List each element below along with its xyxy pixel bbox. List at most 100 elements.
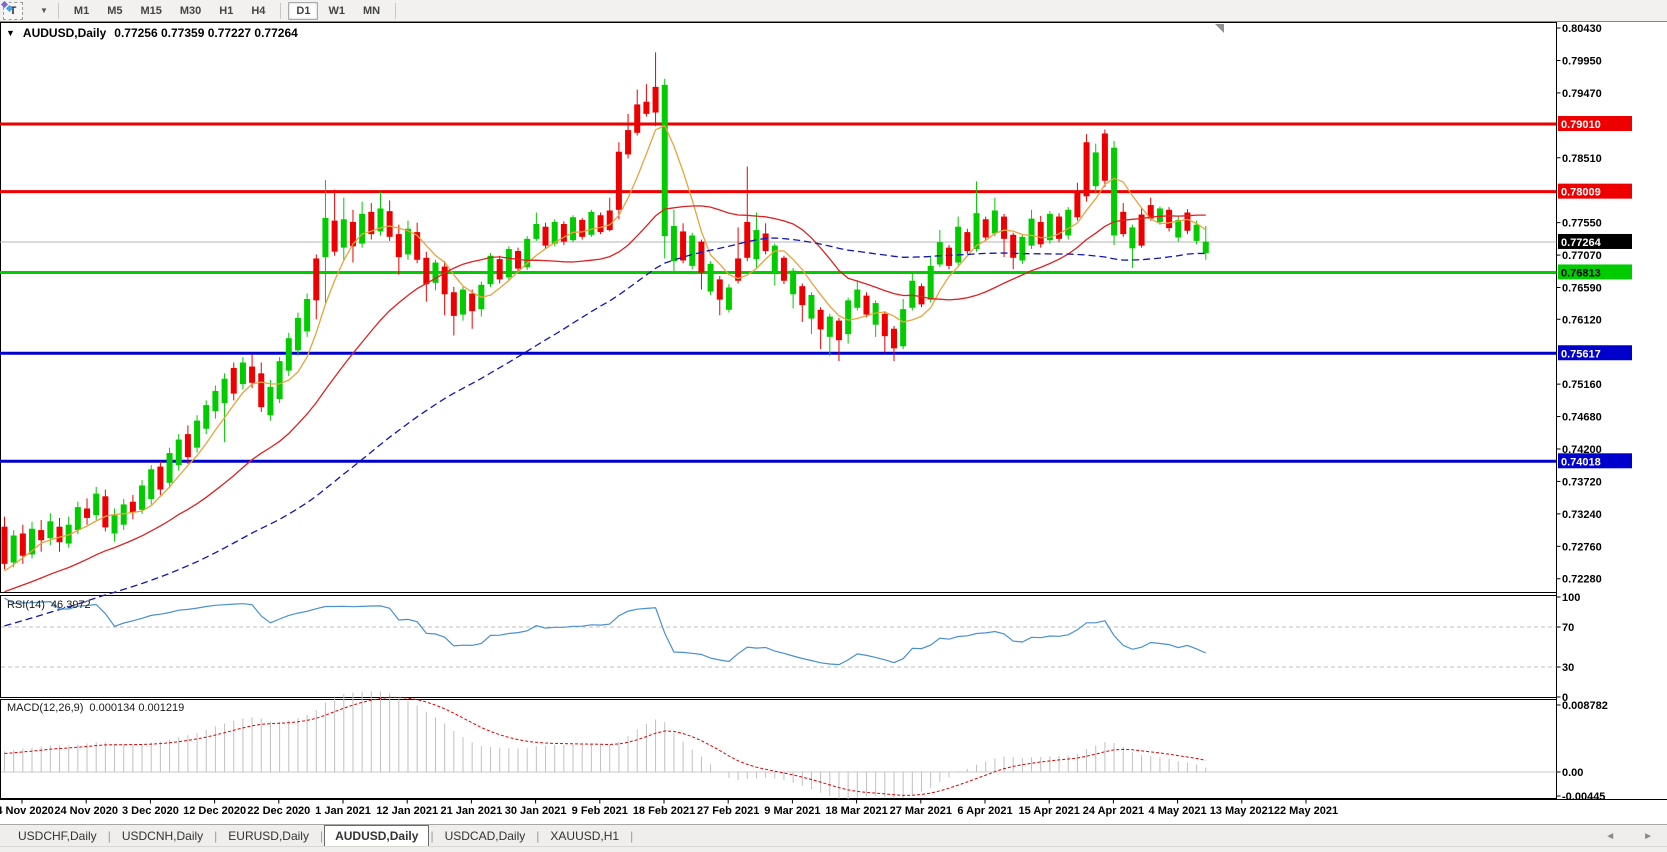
- candle-body: [1084, 142, 1090, 196]
- candle-body: [112, 515, 118, 533]
- tab-separator: |: [629, 829, 634, 843]
- rsi-panel[interactable]: [1, 596, 1557, 698]
- candle-body: [919, 286, 925, 304]
- price-axis-label: 0.78009: [1561, 187, 1601, 199]
- price-axis-label: 0.76120: [1562, 314, 1602, 326]
- tab-scroll-left-icon[interactable]: ◄: [1605, 831, 1615, 842]
- macd-name: MACD(12,26,9): [7, 702, 83, 714]
- chart-window[interactable]: 0.804300.799500.794700.785100.775500.770…: [0, 21, 1667, 824]
- candle-body: [396, 234, 402, 257]
- candle-body: [11, 535, 17, 562]
- candle-body: [469, 294, 475, 312]
- candle-body: [1010, 235, 1016, 258]
- date-axis-label: 6 Apr 2021: [957, 805, 1012, 817]
- chart-symbol-title: AUDUSD,Daily: [23, 26, 106, 40]
- candle-body: [708, 264, 714, 292]
- date-axis-label: 18 Mar 2021: [825, 805, 887, 817]
- tab-audusd[interactable]: AUDUSD,Daily: [324, 825, 429, 847]
- price-axis-label: 0.74018: [1561, 456, 1601, 468]
- timeframe-button-m1[interactable]: M1: [66, 2, 97, 20]
- tab-eurusd[interactable]: EURUSD,Daily: [218, 826, 319, 846]
- candle-body: [680, 231, 686, 260]
- date-axis-label: 14 Nov 2020: [0, 805, 54, 817]
- candle-body: [488, 256, 494, 284]
- candle-body: [249, 367, 255, 383]
- timeframe-button-m30[interactable]: M30: [172, 2, 209, 20]
- timeframe-button-m5[interactable]: M5: [99, 2, 130, 20]
- candle-body: [552, 222, 558, 244]
- price-axis-label: 0.76590: [1562, 283, 1602, 295]
- timeframe-button-mn[interactable]: MN: [355, 2, 388, 20]
- price-axis-label: 0.78510: [1562, 153, 1602, 165]
- timeframe-button-h4[interactable]: H4: [243, 2, 273, 20]
- candle-body: [194, 421, 200, 448]
- candle-body: [1194, 225, 1200, 241]
- candle-body: [955, 227, 961, 263]
- candle-body: [653, 87, 659, 113]
- candle-body: [387, 211, 393, 237]
- candle-body: [267, 387, 273, 415]
- price-axis-label: 0.75160: [1562, 379, 1602, 391]
- candle-body: [2, 527, 8, 564]
- price-axis-label: 0.00: [1562, 767, 1583, 779]
- candle-body: [698, 242, 704, 273]
- candle-body: [1175, 220, 1181, 238]
- candle-body: [497, 259, 503, 279]
- main-chart-panel[interactable]: [1, 23, 1557, 593]
- price-axis-label: 0.77070: [1562, 250, 1602, 262]
- timeframe-button-m15[interactable]: M15: [132, 2, 169, 20]
- candle-body: [1157, 208, 1163, 222]
- tab-usdcad[interactable]: USDCAD,Daily: [435, 826, 536, 846]
- candle-body: [616, 152, 622, 210]
- candle-body: [1038, 222, 1044, 244]
- candle-body: [946, 248, 952, 266]
- price-axis-label: 0.008782: [1562, 700, 1608, 712]
- candle-body: [1166, 210, 1172, 228]
- candle-body: [634, 104, 640, 132]
- candle-body: [341, 219, 347, 247]
- candle-body: [167, 453, 173, 483]
- candle-body: [295, 318, 301, 350]
- candle-body: [689, 235, 695, 265]
- status-strip: [0, 846, 1667, 852]
- candle-body: [359, 214, 365, 244]
- candle-body: [607, 210, 613, 230]
- tab-usdcnh[interactable]: USDCNH,Daily: [112, 826, 213, 846]
- candle-body: [1102, 133, 1108, 180]
- candle-body: [130, 502, 136, 513]
- timeframe-button-d1[interactable]: D1: [288, 2, 318, 20]
- tab-xauusd[interactable]: XAUUSD,H1: [540, 826, 629, 846]
- candle-body: [93, 494, 99, 516]
- candle-body: [900, 309, 906, 346]
- candle-body: [799, 286, 805, 305]
- collapse-triangle-icon[interactable]: ▼: [6, 28, 15, 38]
- candle-body: [863, 296, 869, 315]
- shapes-tool-button[interactable]: ▼: [33, 3, 52, 19]
- candle-body: [625, 130, 631, 154]
- candle-body: [139, 485, 145, 509]
- price-axis-label: 30: [1562, 662, 1574, 674]
- timeframe-button-h1[interactable]: H1: [211, 2, 241, 20]
- candle-body: [790, 271, 796, 295]
- candle-body: [1120, 212, 1126, 234]
- tab-usdchf[interactable]: USDCHF,Daily: [8, 826, 107, 846]
- date-axis-label: 22 Dec 2020: [247, 805, 310, 817]
- price-axis-label: 0.79010: [1561, 119, 1601, 131]
- price-axis-label: 70: [1562, 622, 1574, 634]
- chart-title-bar: ▼ AUDUSD,Daily 0.77256 0.77359 0.77227 0…: [6, 26, 298, 40]
- candle-body: [423, 258, 429, 284]
- timeframe-button-w1[interactable]: W1: [320, 2, 353, 20]
- candle-body: [570, 217, 576, 240]
- price-axis-label: 0.77550: [1562, 218, 1602, 230]
- candle-body: [460, 290, 466, 315]
- price-axis-label: 0.77264: [1561, 237, 1602, 249]
- price-axis-label: 0.72280: [1562, 574, 1602, 586]
- candle-body: [405, 229, 411, 255]
- toolbar-separator: [395, 3, 396, 19]
- tab-scroll-right-icon[interactable]: ►: [1643, 831, 1653, 842]
- chart-canvas[interactable]: 0.804300.799500.794700.785100.775500.770…: [0, 21, 1667, 824]
- candle-body: [1074, 192, 1080, 218]
- candle-body: [102, 496, 108, 527]
- candle-body: [882, 314, 888, 336]
- price-axis-label: 0.74680: [1562, 412, 1602, 424]
